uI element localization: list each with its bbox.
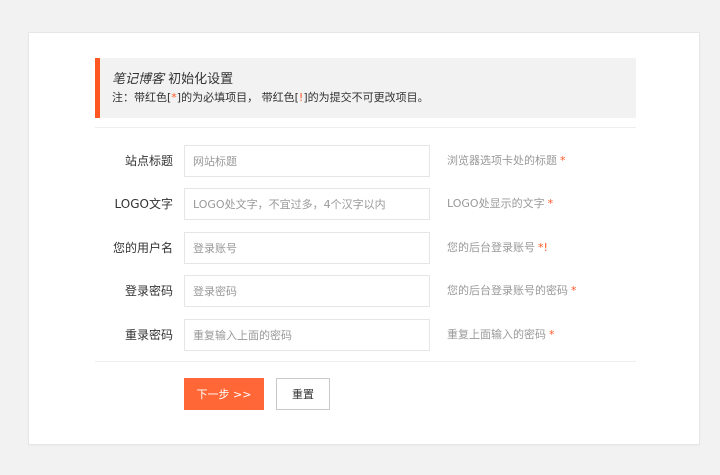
- notice-box: 笔记博客 初始化设置 注：带红色[*]的为必填项目， 带红色[!]的为提交不可更…: [95, 58, 636, 118]
- hint-text: 浏览器选项卡处的标题: [447, 154, 557, 167]
- password-hint: 您的后台登录账号的密码 *: [447, 275, 577, 307]
- required-star: *: [560, 154, 566, 167]
- notice-sub-part: 注：带红色[: [112, 91, 172, 104]
- notice-subtext: 注：带红色[*]的为必填项目， 带红色[!]的为提交不可更改项目。: [112, 90, 636, 106]
- confirm-password-input[interactable]: [184, 319, 430, 351]
- required-star: *: [571, 284, 577, 297]
- password-label: 登录密码: [124, 284, 173, 298]
- field-row-site-title: 站点标题 浏览器选项卡处的标题*: [29, 145, 701, 177]
- username-input[interactable]: [184, 232, 430, 264]
- required-star: *!: [538, 241, 548, 254]
- username-hint: 您的后台登录账号 *!: [447, 232, 548, 264]
- top-divider: [95, 127, 636, 128]
- site-title-input[interactable]: [184, 145, 430, 177]
- notice-heading: 初始化设置: [168, 72, 234, 87]
- logo-text-hint: LOGO处显示的文字 *: [447, 188, 553, 220]
- notice-title: 笔记博客 初始化设置: [112, 71, 636, 89]
- site-title-label: 站点标题: [124, 154, 173, 168]
- logo-text-label: LOGO文字: [114, 197, 173, 211]
- site-title-hint: 浏览器选项卡处的标题 *: [447, 145, 566, 177]
- reset-button[interactable]: 重置: [276, 378, 330, 410]
- brand-name: 笔记博客: [112, 72, 165, 87]
- field-row-logo-text: LOGO文字 LOGO处显示的文字*: [29, 188, 701, 220]
- notice-sub-part: ]的为必填项目， 带红色[: [176, 91, 299, 104]
- hint-text: LOGO处显示的文字: [447, 197, 545, 210]
- logo-text-input[interactable]: [184, 188, 430, 220]
- password-input[interactable]: [184, 275, 430, 307]
- required-star: *: [549, 328, 555, 341]
- confirm-password-hint: 重复上面输入的密码 *: [447, 319, 555, 351]
- required-star: *: [547, 197, 554, 210]
- setup-card: 笔记博客 初始化设置 注：带红色[*]的为必填项目， 带红色[!]的为提交不可更…: [28, 32, 700, 445]
- bottom-divider: [95, 361, 636, 362]
- username-label: 您的用户名: [112, 241, 173, 255]
- field-row-username: 您的用户名 您的后台登录账号*!: [29, 232, 701, 264]
- field-row-password: 登录密码 您的后台登录账号的密码*: [29, 275, 701, 307]
- next-step-button[interactable]: 下一步 >>: [184, 378, 264, 410]
- hint-text: 您的后台登录账号的密码: [447, 284, 568, 297]
- hint-text: 重复上面输入的密码: [447, 328, 546, 341]
- hint-text: 您的后台登录账号: [447, 241, 535, 254]
- notice-sub-part: ]的为提交不可更改项目。: [303, 91, 429, 104]
- confirm-password-label: 重录密码: [124, 328, 173, 342]
- field-row-confirm-password: 重录密码 重复上面输入的密码*: [29, 319, 701, 351]
